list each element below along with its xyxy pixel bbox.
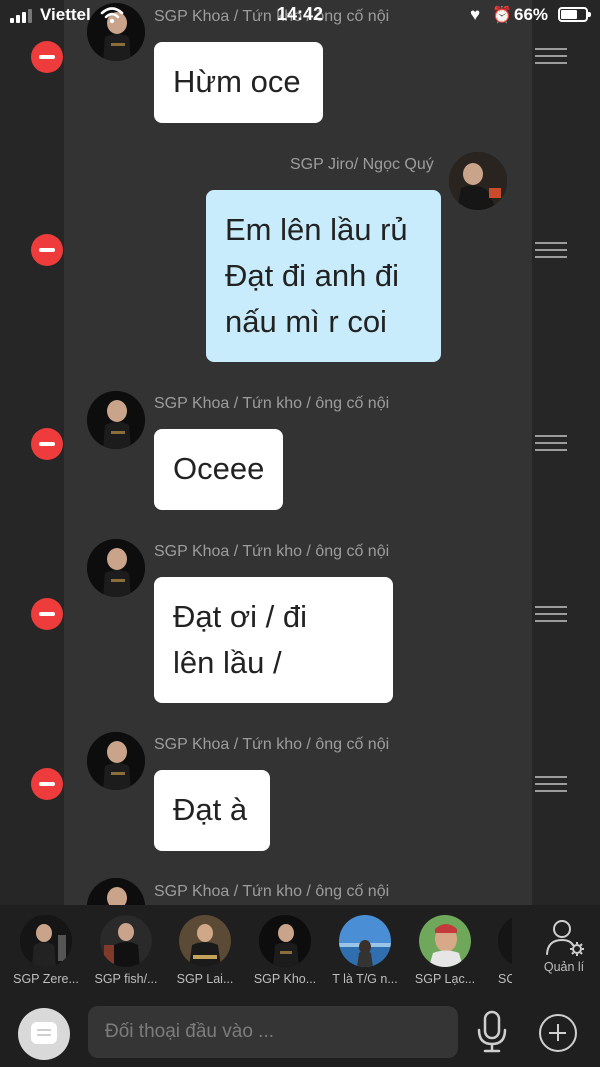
sender-avatar[interactable] xyxy=(449,152,507,210)
drag-handle-icon[interactable] xyxy=(535,435,567,453)
message-bubble[interactable]: Em lên lầu rủ Đạt đi anh đi nấu mì r coi xyxy=(206,190,441,362)
message-text: lên lầu / xyxy=(173,645,282,680)
drag-handle-icon[interactable] xyxy=(535,606,567,624)
battery-percent: 66% xyxy=(514,5,549,24)
sender-name: SGP Jiro/ Ngọc Quý xyxy=(290,156,434,173)
delete-message-button[interactable] xyxy=(31,234,63,266)
message-text: nấu mì r coi xyxy=(225,304,387,339)
delete-message-button[interactable] xyxy=(31,428,63,460)
member-name: SGP Kho... xyxy=(253,972,317,986)
message-text: Đạt à xyxy=(173,792,248,827)
dock-member[interactable]: SGP fish/... xyxy=(89,915,163,995)
message-text: Hừm oce xyxy=(173,64,301,99)
user-settings-icon xyxy=(546,920,584,956)
member-avatar xyxy=(259,915,311,967)
message-bubble[interactable]: Đạt ơi / đi lên lầu / xyxy=(154,577,393,703)
member-name: SGP Zere... xyxy=(13,972,79,986)
member-name: T là T/G n... xyxy=(332,972,398,986)
delete-message-button[interactable] xyxy=(31,41,63,73)
sender-name: SGP Khoa / Tứn kho / ông cố nội xyxy=(154,736,390,753)
manage-button[interactable]: Quản lí xyxy=(536,918,596,988)
status-bar: Viettel 14:42 ♥ ⏰ 66% xyxy=(0,0,600,30)
dock-member[interactable]: SGP Lai... xyxy=(168,915,242,995)
member-avatar xyxy=(419,915,471,967)
message-bubble[interactable]: Hừm oce xyxy=(154,42,323,123)
message-bubble[interactable]: Đạt à xyxy=(154,770,270,851)
drag-handle-icon[interactable] xyxy=(535,242,567,260)
sender-avatar[interactable] xyxy=(87,391,145,449)
message-bubble[interactable]: Oceee xyxy=(154,429,283,510)
dock-member[interactable]: SGP Zere... xyxy=(9,915,83,995)
member-name: SGP Lạc... xyxy=(414,972,476,986)
dock-member[interactable]: SGP Lạc... xyxy=(408,915,482,995)
message-text: Em lên lầu rủ xyxy=(225,212,408,247)
chat-menu-icon xyxy=(31,1022,57,1044)
dock-member[interactable]: SC xyxy=(490,915,512,995)
alarm-icon: ⏰ xyxy=(492,7,512,24)
sender-name: SGP Khoa / Tứn kho / ông cố nội xyxy=(154,883,390,900)
member-avatar xyxy=(100,915,152,967)
delete-message-button[interactable] xyxy=(31,598,63,630)
message-text: Đạt đi anh đi xyxy=(225,258,400,293)
member-name: SGP Lai... xyxy=(176,972,234,986)
sender-avatar[interactable] xyxy=(87,539,145,597)
member-avatar xyxy=(20,915,72,967)
dock-member[interactable]: SGP Kho... xyxy=(248,915,322,995)
drag-handle-icon[interactable] xyxy=(535,48,567,66)
member-dock: SGP Zere... SGP fish/... SGP Lai... SGP … xyxy=(0,905,600,997)
message-input[interactable] xyxy=(88,1006,458,1058)
message-text: Oceee xyxy=(173,451,265,486)
sender-avatar[interactable] xyxy=(87,732,145,790)
battery-icon xyxy=(558,7,591,22)
microphone-icon[interactable] xyxy=(474,1010,510,1054)
member-avatar xyxy=(179,915,231,967)
dock-member[interactable]: T là T/G n... xyxy=(328,915,402,995)
sender-name: SGP Khoa / Tứn kho / ông cố nội xyxy=(154,543,390,560)
message-text: Đạt ơi / đi xyxy=(173,599,308,634)
drag-handle-icon[interactable] xyxy=(535,776,567,794)
member-name: SC xyxy=(498,972,512,986)
add-attachment-button[interactable] xyxy=(539,1014,577,1052)
manage-label: Quản lí xyxy=(543,960,585,974)
heart-icon: ♥ xyxy=(470,5,481,24)
member-avatar xyxy=(339,915,391,967)
member-avatar xyxy=(498,915,512,967)
quick-menu-button[interactable] xyxy=(18,1008,70,1060)
member-name: SGP fish/... xyxy=(94,972,158,986)
delete-message-button[interactable] xyxy=(31,768,63,800)
sender-name: SGP Khoa / Tứn kho / ông cố nội xyxy=(154,395,390,412)
